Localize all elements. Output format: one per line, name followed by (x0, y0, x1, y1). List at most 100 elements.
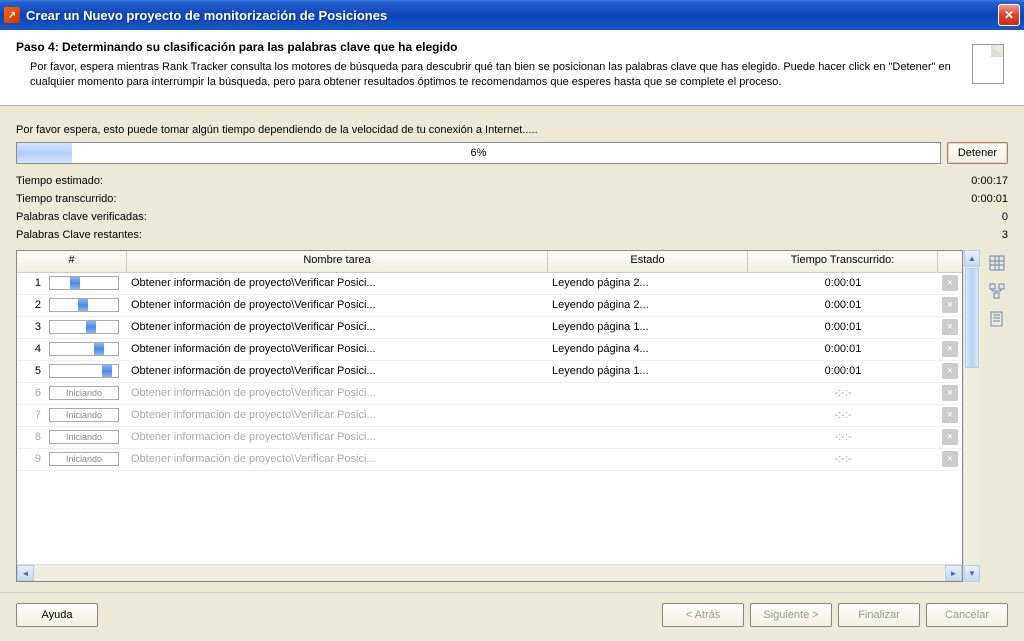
cell-action: × (938, 274, 962, 292)
content-area: Paso 4: Determinando su clasificación pa… (0, 30, 1024, 641)
cell-number: 6Iniciando (17, 385, 127, 401)
remove-row-button[interactable]: × (942, 385, 958, 401)
remove-row-button[interactable]: × (942, 297, 958, 313)
progress-bar: 6% (16, 142, 941, 164)
cell-time: 0:00:01 (748, 342, 938, 356)
stop-button[interactable]: Detener (947, 142, 1008, 164)
cell-number: 8Iniciando (17, 429, 127, 445)
wait-message: Por favor espera, esto puede tomar algún… (16, 124, 1008, 136)
cell-number: 7Iniciando (17, 407, 127, 423)
mini-progress-bar (49, 320, 119, 334)
cell-number: 4 (17, 341, 127, 357)
cell-task-name: Obtener información de proyecto\Verifica… (127, 320, 548, 334)
cell-time: -:-:- (748, 430, 938, 444)
remove-row-button[interactable]: × (942, 341, 958, 357)
side-toolbar (980, 250, 1008, 582)
remove-row-button[interactable]: × (942, 407, 958, 423)
cell-action: × (938, 340, 962, 358)
step-description: Por favor, espera mientras Rank Tracker … (16, 60, 972, 91)
scroll-track[interactable] (964, 369, 980, 565)
wizard-footer: Ayuda < Atrás Siguiente > Finalizar Canc… (0, 592, 1024, 641)
dialog-window: ↗ Crear un Nuevo proyecto de monitorizac… (0, 0, 1024, 641)
column-task-name[interactable]: Nombre tarea (127, 251, 548, 272)
cell-action: × (938, 362, 962, 380)
cell-state: Leyendo página 2... (548, 298, 748, 312)
window-title: Crear un Nuevo proyecto de monitorizació… (26, 8, 998, 23)
cell-time: -:-:- (748, 452, 938, 466)
table-row[interactable]: 7IniciandoObtener información de proyect… (17, 405, 962, 427)
cell-time: 0:00:01 (748, 298, 938, 312)
mini-progress-bar: Iniciando (49, 408, 119, 422)
cell-time: 0:00:01 (748, 320, 938, 334)
remove-row-button[interactable]: × (942, 319, 958, 335)
cell-action: × (938, 428, 962, 446)
remove-row-button[interactable]: × (942, 429, 958, 445)
mini-progress-bar (49, 364, 119, 378)
table-row[interactable]: 8IniciandoObtener información de proyect… (17, 427, 962, 449)
column-state[interactable]: Estado (548, 251, 748, 272)
tree-view-icon[interactable] (988, 282, 1006, 300)
cell-task-name: Obtener información de proyecto\Verifica… (127, 430, 548, 444)
vertical-scrollbar[interactable]: ▲ ▼ (963, 250, 980, 582)
next-button[interactable]: Siguiente > (750, 603, 832, 627)
cell-state: Leyendo página 1... (548, 320, 748, 334)
grid-view-icon[interactable] (988, 254, 1006, 272)
column-action (938, 251, 962, 272)
mini-progress-bar (49, 298, 119, 312)
table-row[interactable]: 9IniciandoObtener información de proyect… (17, 449, 962, 471)
keywords-remaining-value: 3 (1002, 229, 1008, 241)
scroll-up-button[interactable]: ▲ (964, 250, 980, 267)
table-row[interactable]: 6IniciandoObtener información de proyect… (17, 383, 962, 405)
scroll-h-track[interactable] (34, 565, 945, 581)
scroll-left-button[interactable]: ◄ (17, 565, 34, 581)
cell-number: 3 (17, 319, 127, 335)
help-button[interactable]: Ayuda (16, 603, 98, 627)
table-row[interactable]: 3Obtener información de proyecto\Verific… (17, 317, 962, 339)
cell-number: 5 (17, 363, 127, 379)
remove-row-button[interactable]: × (942, 363, 958, 379)
table-row[interactable]: 1Obtener información de proyecto\Verific… (17, 273, 962, 295)
app-icon: ↗ (4, 7, 20, 23)
cell-state (548, 458, 748, 460)
elapsed-time-label: Tiempo transcurrido: (16, 193, 116, 205)
finish-button[interactable]: Finalizar (838, 603, 920, 627)
cancel-button[interactable]: Cancelar (926, 603, 1008, 627)
remove-row-button[interactable]: × (942, 275, 958, 291)
cell-number: 1 (17, 275, 127, 291)
keywords-remaining-label: Palabras Clave restantes: (16, 229, 142, 241)
cell-action: × (938, 384, 962, 402)
step-title: Paso 4: Determinando su clasificación pa… (16, 40, 972, 54)
cell-state (548, 436, 748, 438)
keywords-checked-value: 0 (1002, 211, 1008, 223)
cell-number: 2 (17, 297, 127, 313)
elapsed-time-value: 0:00:01 (971, 193, 1008, 205)
table-row[interactable]: 2Obtener información de proyecto\Verific… (17, 295, 962, 317)
column-elapsed-time[interactable]: Tiempo Transcurrido: (748, 251, 938, 272)
mini-progress-bar: Iniciando (49, 430, 119, 444)
back-button[interactable]: < Atrás (662, 603, 744, 627)
mini-progress-bar: Iniciando (49, 452, 119, 466)
scroll-down-button[interactable]: ▼ (964, 565, 980, 582)
cell-state: Leyendo página 2... (548, 276, 748, 290)
cell-state: Leyendo página 4... (548, 342, 748, 356)
cell-time: 0:00:01 (748, 276, 938, 290)
cell-time: 0:00:01 (748, 364, 938, 378)
horizontal-scrollbar[interactable]: ◄ ► (17, 564, 962, 581)
table-row[interactable]: 4Obtener información de proyecto\Verific… (17, 339, 962, 361)
table-row[interactable]: 5Obtener información de proyecto\Verific… (17, 361, 962, 383)
cell-state (548, 414, 748, 416)
cell-number: 9Iniciando (17, 451, 127, 467)
remove-row-button[interactable]: × (942, 451, 958, 467)
log-view-icon[interactable] (988, 310, 1006, 328)
cell-task-name: Obtener información de proyecto\Verifica… (127, 386, 548, 400)
table-header: # Nombre tarea Estado Tiempo Transcurrid… (17, 251, 962, 273)
column-number[interactable]: # (17, 251, 127, 272)
titlebar[interactable]: ↗ Crear un Nuevo proyecto de monitorizac… (0, 0, 1024, 30)
cell-state (548, 392, 748, 394)
progress-row: 6% Detener (16, 142, 1008, 164)
scroll-thumb[interactable] (965, 268, 979, 368)
scroll-right-button[interactable]: ► (945, 565, 962, 581)
close-button[interactable]: ✕ (998, 4, 1020, 26)
mini-progress-bar (49, 276, 119, 290)
wizard-header: Paso 4: Determinando su clasificación pa… (0, 30, 1024, 106)
